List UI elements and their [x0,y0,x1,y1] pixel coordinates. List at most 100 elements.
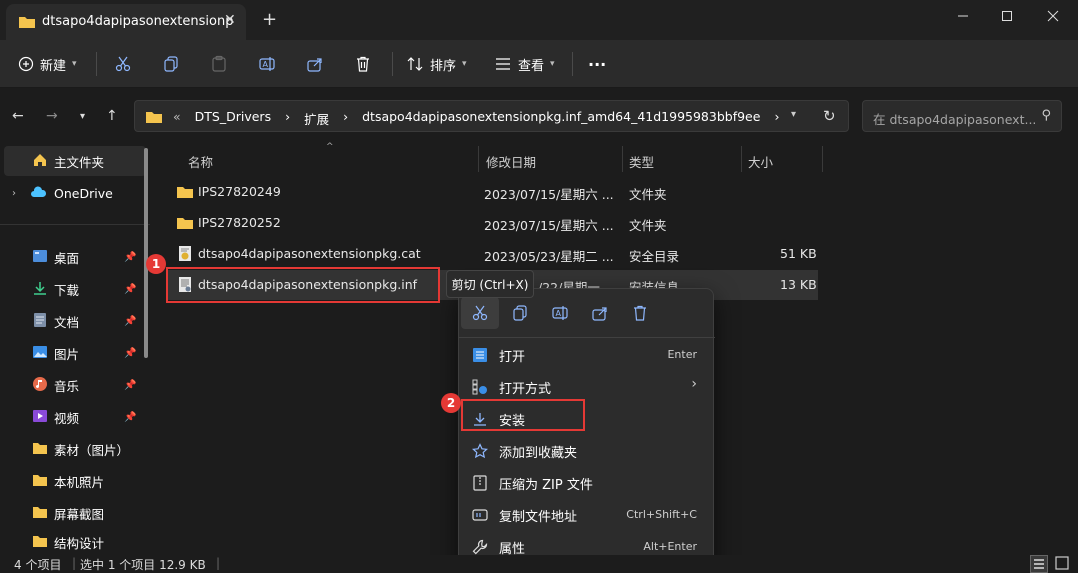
column-header-date[interactable]: 修改日期 [486,152,536,171]
sort-button[interactable]: 排序 ▾ [406,52,467,76]
picture-icon [32,344,48,363]
tab[interactable]: dtsapo4dapipasonextensionp ✕ [6,4,246,40]
menu-item-open[interactable]: 打开 Enter [463,339,709,371]
command-bar: 新建 ▾ A 排序 ▾ 查看 ▾ ··· [0,40,1078,88]
sidebar-item-label: 下载 [54,282,80,298]
refresh-icon[interactable]: ↻ [823,107,836,125]
column-header-size[interactable]: 大小 [748,152,773,171]
close-tab-icon[interactable]: ✕ [224,12,236,28]
home-icon [32,152,48,171]
minimize-button[interactable] [940,0,986,32]
cloud-icon [30,185,48,201]
tiles-view-button[interactable] [1054,555,1072,573]
sidebar-item-onedrive[interactable]: › OneDrive [0,178,150,208]
close-window-button[interactable] [1030,0,1076,32]
tooltip: 剪切 (Ctrl+X) [446,270,534,298]
paste-button[interactable] [210,52,228,76]
status-divider: | [72,556,77,570]
recent-locations-chevron-icon[interactable]: ▾ [80,111,85,122]
toolbar-divider [392,52,393,76]
file-type: 文件夹 [629,187,667,202]
address-history-chevron-icon[interactable]: ▾ [791,109,796,120]
column-divider[interactable] [478,146,479,172]
forward-arrow-icon[interactable]: → [46,108,58,124]
breadcrumb-item[interactable]: DTS_Drivers [195,109,271,128]
menu-item-shortcut: Enter [667,348,697,361]
sidebar-item-documents[interactable]: 文档 📌 [0,306,150,336]
share-icon [592,307,607,321]
breadcrumb-item[interactable]: 扩展 [304,109,329,128]
menu-delete-button[interactable] [621,297,659,329]
cut-button[interactable] [114,52,132,76]
expand-chevron-icon[interactable]: › [12,188,16,199]
new-button-label: 新建 [40,58,67,74]
breadcrumb-separator[interactable]: › [343,109,348,128]
chevron-down-icon: ▾ [72,59,77,69]
search-box[interactable]: 在 dtsapo4dapipasonext... ⚲ [862,100,1062,132]
file-size: 13 KB [780,277,817,292]
menu-item-add-to-favorites[interactable]: 添加到收藏夹 [463,435,709,467]
pin-icon: 📌 [124,379,137,391]
minimize-icon [958,15,968,17]
share-button[interactable] [306,52,324,76]
scissors-icon [472,305,488,321]
rename-button[interactable]: A [258,52,276,76]
back-arrow-icon[interactable]: ← [12,108,24,124]
title-bar: dtsapo4dapipasonextensionp ✕ + [0,0,1078,40]
new-button[interactable]: 新建 ▾ [18,52,77,76]
menu-divider [459,337,715,338]
sidebar-item-folder[interactable]: 屏幕截图 [0,498,150,528]
menu-rename-button[interactable]: A [541,297,579,329]
file-name: IPS27820252 [198,215,281,230]
column-divider[interactable] [822,146,823,172]
menu-item-label: 压缩为 ZIP 文件 [499,478,593,493]
address-bar[interactable]: « DTS_Drivers › 扩展 › dtsapo4dapipasonext… [134,100,849,132]
column-divider[interactable] [622,146,623,172]
menu-copy-button[interactable] [501,297,539,329]
sidebar-item-desktop[interactable]: 桌面 📌 [0,242,150,272]
menu-item-copy-path[interactable]: 复制文件地址 Ctrl+Shift+C [463,499,709,531]
breadcrumb-item[interactable]: dtsapo4dapipasonextensionpkg.inf_amd64_4… [362,109,760,128]
column-header-name[interactable]: 名称 [188,152,213,171]
sidebar-item-label: 本机照片 [54,474,105,490]
close-icon [1047,10,1059,22]
menu-cut-button[interactable] [461,297,499,329]
sidebar-item-folder[interactable]: 本机照片 [0,466,150,496]
table-row[interactable]: dtsapo4dapipasonextensionpkg.cat 2023/05… [168,239,818,269]
up-arrow-icon[interactable]: ↑ [106,108,118,124]
menu-share-button[interactable] [581,297,619,329]
sidebar-item-label: 素材（图片） [54,442,130,458]
folder-icon [32,473,48,490]
sidebar-item-downloads[interactable]: 下载 📌 [0,274,150,304]
sidebar-item-music[interactable]: 音乐 📌 [0,370,150,400]
folder-icon [19,17,35,28]
breadcrumb-separator[interactable]: › [774,109,779,128]
details-view-button[interactable] [1030,555,1048,573]
table-row[interactable]: IPS27820252 2023/07/15/星期六 ... 文件夹 [168,208,818,238]
delete-button[interactable] [354,52,372,76]
more-options-button[interactable]: ··· [588,52,606,76]
sidebar-item-label: 结构设计 [54,536,105,551]
folder-icon [177,187,193,198]
view-button[interactable]: 查看 ▾ [494,52,555,76]
file-size: 51 KB [780,246,817,261]
breadcrumb-separator[interactable]: › [285,109,290,128]
search-icon[interactable]: ⚲ [1041,108,1051,123]
column-divider[interactable] [741,146,742,172]
sidebar-item-videos[interactable]: 视频 📌 [0,402,150,432]
sidebar-item-folder[interactable]: 结构设计 [0,530,150,555]
menu-item-compress-zip[interactable]: 压缩为 ZIP 文件 [463,467,709,499]
maximize-button[interactable] [984,0,1030,32]
column-header-type[interactable]: 类型 [629,152,654,171]
sidebar-item-home[interactable]: 主文件夹 [4,146,146,176]
sidebar-item-folder[interactable]: 素材（图片） [0,434,150,464]
table-row[interactable]: IPS27820249 2023/07/15/星期六 ... 文件夹 [168,177,818,207]
breadcrumb-overflow[interactable]: « [173,109,181,128]
new-tab-button[interactable]: + [262,9,277,30]
sidebar-item-pictures[interactable]: 图片 📌 [0,338,150,368]
sidebar-item-label: OneDrive [54,185,113,201]
video-icon [32,408,48,427]
sidebar-scrollbar[interactable] [144,148,148,358]
copy-button[interactable] [162,52,180,76]
music-icon [32,376,48,395]
